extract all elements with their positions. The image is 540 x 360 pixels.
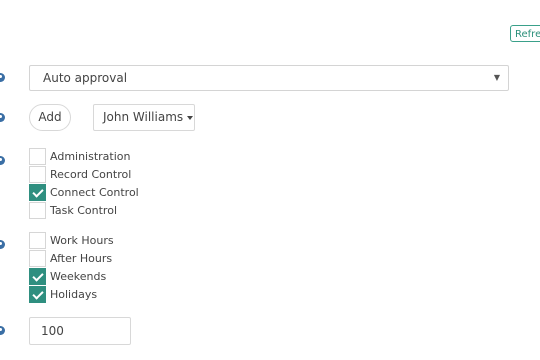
checkbox-label: Administration bbox=[50, 150, 131, 163]
work-hours-checkbox[interactable] bbox=[29, 232, 46, 249]
approval-select[interactable]: Auto approval ▼ bbox=[29, 65, 509, 91]
administration-checkbox[interactable] bbox=[29, 148, 46, 165]
checkbox-label: Connect Control bbox=[50, 186, 139, 199]
help-icon[interactable] bbox=[0, 156, 5, 165]
checkbox-row-record-control[interactable]: Record Control bbox=[29, 166, 189, 184]
checkbox-label: Record Control bbox=[50, 168, 132, 181]
connect-control-checkbox[interactable] bbox=[29, 184, 46, 201]
refresh-button[interactable]: Refresh bbox=[510, 25, 540, 42]
checkbox-row-holidays[interactable]: Holidays bbox=[29, 286, 189, 304]
checkbox-row-weekends[interactable]: Weekends bbox=[29, 268, 189, 286]
help-icon[interactable] bbox=[0, 326, 5, 335]
checkbox-label: Work Hours bbox=[50, 234, 114, 247]
checkbox-row-work-hours[interactable]: Work Hours bbox=[29, 232, 189, 250]
limit-input[interactable]: 100 bbox=[29, 317, 131, 345]
caret-down-icon bbox=[187, 115, 194, 120]
checkbox-row-task-control[interactable]: Task Control bbox=[29, 202, 189, 220]
help-icon[interactable] bbox=[0, 240, 5, 249]
checkbox-row-connect-control[interactable]: Connect Control bbox=[29, 184, 189, 202]
after-hours-checkbox[interactable] bbox=[29, 250, 46, 267]
add-button[interactable]: Add bbox=[29, 104, 71, 131]
help-icon[interactable] bbox=[0, 113, 5, 122]
user-dropdown-value: John Williams bbox=[103, 110, 184, 124]
weekends-checkbox[interactable] bbox=[29, 268, 46, 285]
task-control-checkbox[interactable] bbox=[29, 202, 46, 219]
checkbox-row-after-hours[interactable]: After Hours bbox=[29, 250, 189, 268]
user-dropdown[interactable]: John Williams bbox=[93, 104, 195, 131]
holidays-checkbox[interactable] bbox=[29, 286, 46, 303]
caret-down-icon: ▼ bbox=[493, 73, 500, 82]
help-icon[interactable] bbox=[0, 73, 5, 82]
checkbox-label: Weekends bbox=[50, 270, 107, 283]
checkbox-row-administration[interactable]: Administration bbox=[29, 148, 189, 166]
checkbox-label: Holidays bbox=[50, 288, 98, 301]
checkbox-label: After Hours bbox=[50, 252, 113, 265]
approval-select-value: Auto approval bbox=[43, 71, 128, 85]
record-control-checkbox[interactable] bbox=[29, 166, 46, 183]
checkbox-label: Task Control bbox=[50, 204, 117, 217]
